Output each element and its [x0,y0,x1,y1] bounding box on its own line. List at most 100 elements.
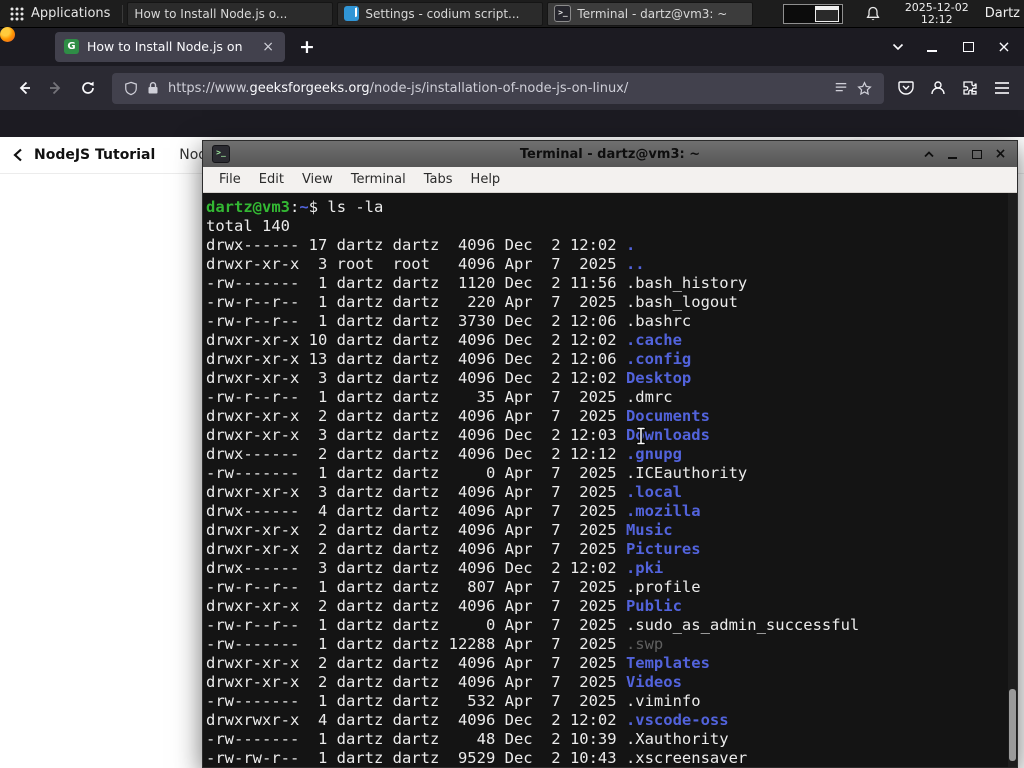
tab-title: How to Install Node.js on [87,39,243,54]
terminal-line: -rw------- 1 dartz dartz 532 Apr 7 2025 … [206,692,701,710]
terminal-line: drwx------ 2 dartz dartz 4096 Dec 2 12:1… [206,445,682,463]
menu-help[interactable]: Help [462,170,510,189]
codium-icon [344,6,360,21]
terminal-line: drwxr-xr-x 2 dartz dartz 4096 Apr 7 2025… [206,673,682,691]
applications-grid-icon [10,7,24,20]
firefox-icon [0,27,15,42]
window-minimize-button[interactable] [924,39,940,55]
window-close-button[interactable]: × [996,38,1012,55]
terminal-line: drwxr-xr-x 3 dartz dartz 4096 Dec 2 12:0… [206,426,710,444]
terminal-body[interactable]: dartz@vm3:~$ ls -la total 140 drwx------ … [203,193,1017,767]
gfg-nav-item[interactable]: NodeJS Tutorial [34,147,155,163]
terminal-line: drwx------ 3 dartz dartz 4096 Dec 2 12:0… [206,559,664,577]
taskbar-item-label: Terminal - dartz@vm3: ~ [577,6,728,21]
applications-menu[interactable]: Applications [0,0,120,27]
gfg-favicon: G [64,39,79,54]
terminal-close-button[interactable]: × [993,146,1008,162]
reader-mode-icon[interactable] [834,81,848,95]
taskbar-item-browser[interactable]: How to Install Node.js o... [0,1,334,42]
menu-terminal[interactable]: Terminal [342,170,415,189]
panel-separator [122,4,124,23]
terminal-icon: >_ [554,5,572,22]
lock-icon[interactable] [147,81,159,95]
terminal-window-icon: >_ [212,145,230,163]
terminal-minimize-button[interactable] [945,147,960,162]
terminal-line: drwxr-xr-x 2 dartz dartz 4096 Apr 7 2025… [206,521,673,539]
workspace-window-icon [815,5,840,22]
menu-file[interactable]: File [210,170,250,189]
prompt-user-host: dartz@vm3 [206,198,290,216]
terminal-line: drwxrwxr-x 4 dartz dartz 4096 Dec 2 12:0… [206,711,729,729]
terminal-maximize-button[interactable] [969,147,984,162]
terminal-line: -rw------- 1 dartz dartz 48 Dec 2 10:39 … [206,730,729,748]
terminal-line: -rw-r--r-- 1 dartz dartz 3730 Dec 2 12:0… [206,312,692,330]
terminal-scrollbar[interactable] [1008,193,1017,767]
terminal-line: drwxr-xr-x 2 dartz dartz 4096 Apr 7 2025… [206,597,682,615]
notification-bell-icon[interactable] [865,6,881,22]
pocket-icon[interactable] [898,80,914,96]
panel-user-label[interactable]: Dartz [985,6,1020,21]
terminal-line: drwx------ 4 dartz dartz 4096 Apr 7 2025… [206,502,701,520]
terminal-line: -rw-r--r-- 1 dartz dartz 220 Apr 7 2025 … [206,293,738,311]
menu-view[interactable]: View [293,170,342,189]
terminal-line: drwxr-xr-x 2 dartz dartz 4096 Apr 7 2025… [206,540,701,558]
tracking-shield-icon[interactable] [124,81,138,96]
terminal-menubar: File Edit View Terminal Tabs Help [203,167,1017,193]
extensions-icon[interactable] [962,80,978,96]
typed-command: ls -la [327,198,384,216]
terminal-line: drwxr-xr-x 2 dartz dartz 4096 Apr 7 2025… [206,654,710,672]
terminal-line: drwxr-xr-x 3 dartz dartz 4096 Apr 7 2025… [206,483,682,501]
prompt-path: ~ [299,198,309,216]
new-tab-button[interactable]: + [299,36,315,58]
url-text: https://www.geeksforgeeks.org/node-js/in… [168,80,629,96]
taskbar-item-codium[interactable]: Settings - codium script... [337,1,544,26]
terminal-prompt-line: dartz@vm3:~$ ls -la [206,198,384,216]
browser-toolbar: https://www.geeksforgeeks.org/node-js/in… [0,66,1024,110]
panel-clock[interactable]: 2025-12-02 12:12 [904,0,969,26]
window-maximize-button[interactable] [960,39,976,55]
bookmark-star-icon[interactable] [857,80,872,96]
browser-tab[interactable]: G How to Install Node.js on × [55,31,285,62]
terminal-line: drwxr-xr-x 3 dartz dartz 4096 Dec 2 12:0… [206,369,692,387]
tab-close-button[interactable]: × [260,39,276,55]
menu-hamburger-icon[interactable] [994,81,1010,95]
menu-edit[interactable]: Edit [250,170,293,189]
terminal-line: -rw------- 1 dartz dartz 1120 Dec 2 11:5… [206,274,748,292]
terminal-line: drwxr-xr-x 13 dartz dartz 4096 Dec 2 12:… [206,350,692,368]
taskbar-item-label: How to Install Node.js o... [134,6,288,21]
url-bar[interactable]: https://www.geeksforgeeks.org/node-js/in… [112,72,884,104]
terminal-title: Terminal - dartz@vm3: ~ [519,146,701,162]
terminal-line: drwxr-xr-x 2 dartz dartz 4096 Apr 7 2025… [206,407,710,425]
terminal-titlebar[interactable]: >_ Terminal - dartz@vm3: ~ × [203,141,1017,167]
terminal-line: -rw-r--r-- 1 dartz dartz 35 Apr 7 2025 .… [206,388,673,406]
terminal-line: -rw------- 1 dartz dartz 0 Apr 7 2025 .I… [206,464,748,482]
terminal-line: -rw------- 1 dartz dartz 12288 Apr 7 202… [206,635,664,653]
desktop-panel: Applications How to Install Node.js o...… [0,0,1024,42]
nav-scroll-left-icon[interactable] [12,148,24,162]
applications-label: Applications [31,6,111,21]
mouse-cursor [636,426,646,446]
clock-time: 12:12 [920,12,953,26]
back-button[interactable] [8,72,40,104]
menu-tabs[interactable]: Tabs [415,170,462,189]
terminal-shade-button[interactable] [921,147,936,162]
list-all-tabs-icon[interactable] [892,43,904,51]
taskbar-item-label: Settings - codium script... [365,6,520,21]
terminal-scrollbar-thumb[interactable] [1009,689,1016,761]
terminal-line: drwxr-xr-x 3 root root 4096 Apr 7 2025 .… [206,255,645,273]
terminal-listing: drwx------ 17 dartz dartz 4096 Dec 2 12:… [206,236,1017,767]
terminal-window: >_ Terminal - dartz@vm3: ~ × File Edit Vie… [202,140,1018,768]
terminal-line: -rw-rw-r-- 1 dartz dartz 9529 Dec 2 10:4… [206,749,748,767]
terminal-line: drwx------ 17 dartz dartz 4096 Dec 2 12:… [206,236,636,254]
forward-button[interactable] [40,72,72,104]
clock-date: 2025-12-02 [904,0,969,14]
reload-button[interactable] [72,72,104,104]
taskbar-item-terminal[interactable]: >_ Terminal - dartz@vm3: ~ [547,1,754,26]
account-icon[interactable] [930,80,946,96]
terminal-total-line: total 140 [206,217,290,235]
terminal-line: -rw-r--r-- 1 dartz dartz 0 Apr 7 2025 .s… [206,616,860,634]
workspace-switcher[interactable] [783,3,844,24]
browser-tabbar: G How to Install Node.js on × + × [0,27,1024,66]
terminal-line: drwxr-xr-x 10 dartz dartz 4096 Dec 2 12:… [206,331,682,349]
terminal-line: -rw-r--r-- 1 dartz dartz 807 Apr 7 2025 … [206,578,701,596]
